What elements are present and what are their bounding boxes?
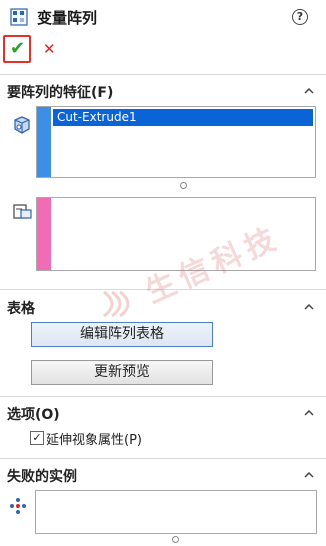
propagate-visual-properties-checkbox[interactable]: ✓ (30, 431, 44, 445)
variable-pattern-icon (10, 8, 28, 26)
section-title-features[interactable]: 要阵列的特征(F) (7, 82, 113, 102)
page-title: 变量阵列 (37, 9, 98, 27)
divider (0, 74, 326, 75)
features-color-stripe (37, 107, 51, 177)
section-title-options[interactable]: 选项(O) (7, 404, 60, 424)
update-preview-button[interactable]: 更新预览 (31, 360, 213, 385)
failed-instances-listbox[interactable] (35, 490, 317, 534)
list-item[interactable]: Cut-Extrude1 (53, 109, 313, 126)
chevron-up-icon[interactable] (304, 86, 314, 96)
divider (0, 458, 326, 459)
reference-selection-icon (13, 204, 32, 219)
resize-handle[interactable] (180, 182, 187, 189)
section-title-failed-instances[interactable]: 失败的实例 (7, 466, 77, 486)
chevron-up-icon[interactable] (304, 302, 314, 312)
section-title-table[interactable]: 表格 (7, 298, 35, 318)
chevron-up-icon[interactable] (304, 470, 314, 480)
checkmark-icon: ✔ (10, 38, 26, 59)
propagate-visual-properties-label[interactable]: 延伸视象属性(P) (46, 429, 142, 448)
edit-pattern-table-button[interactable]: 编辑阵列表格 (31, 322, 213, 347)
property-manager-header: 变量阵列 ? (0, 0, 326, 34)
features-listbox[interactable]: Cut-Extrude1 (36, 106, 316, 178)
references-color-stripe (37, 198, 51, 270)
chevron-up-icon[interactable] (304, 408, 314, 418)
failed-instances-icon (10, 498, 26, 514)
cancel-icon[interactable]: ✕ (43, 42, 56, 57)
divider (0, 396, 326, 397)
watermark-logo-icon (103, 290, 130, 318)
features-selection-icon (14, 116, 30, 134)
help-icon[interactable]: ? (292, 9, 308, 25)
resize-handle[interactable] (172, 536, 179, 543)
ok-button[interactable]: ✔ (3, 35, 31, 63)
